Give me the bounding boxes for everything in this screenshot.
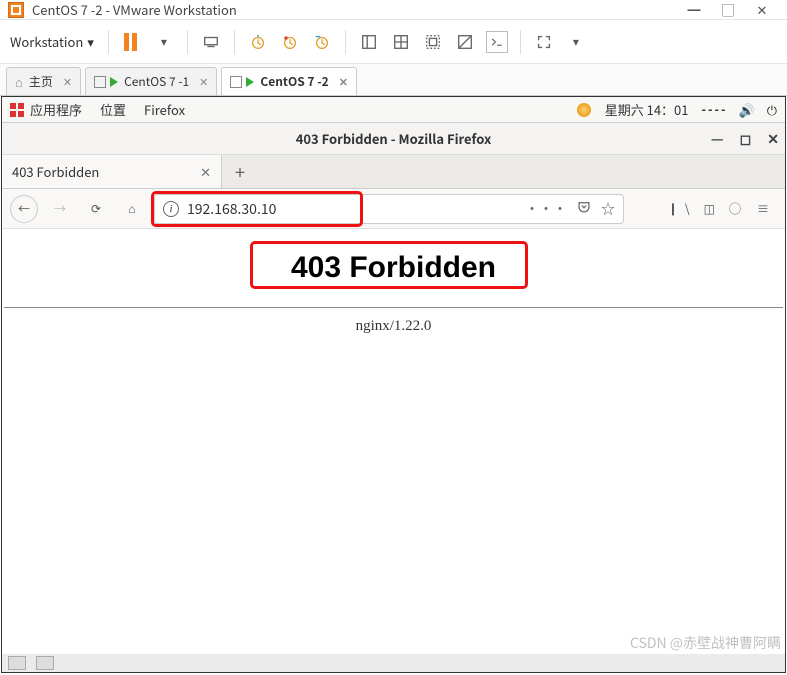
sidebar-icon[interactable]: ◫: [704, 200, 715, 217]
divider: [4, 307, 783, 308]
vm-tab-home[interactable]: ⌂ 主页 ✕: [6, 67, 81, 95]
panel-day: 星期六: [605, 100, 644, 119]
library-icon[interactable]: ⎹⎸\: [661, 200, 690, 217]
page-heading: 403 Forbidden: [267, 247, 520, 289]
window-minimize-button[interactable]: ━: [677, 0, 711, 19]
play-icon: [110, 77, 118, 87]
firefox-titlebar: 403 Forbidden - Mozilla Firefox — ◻ ✕: [2, 123, 785, 155]
view-disconnect-icon[interactable]: [454, 31, 476, 53]
reload-button[interactable]: ⟳: [82, 195, 110, 223]
ff-maximize-button[interactable]: ◻: [740, 129, 752, 149]
fullscreen-button[interactable]: [533, 31, 555, 53]
pause-button[interactable]: [121, 31, 143, 53]
notification-icon[interactable]: [577, 103, 591, 117]
pocket-icon[interactable]: [577, 199, 591, 219]
send-ctrl-alt-del-button[interactable]: [200, 31, 222, 53]
view-single-icon[interactable]: [358, 31, 380, 53]
page-actions-icon[interactable]: •••: [525, 199, 567, 219]
vm-icon: [230, 76, 242, 88]
gnome-top-panel: 应用程序 位置 Firefox 星期六 14：01 ╍╍ 🔊 ⏻: [2, 97, 785, 123]
power-icon[interactable]: ⏻: [767, 100, 777, 119]
server-signature: nginx/1.22.0: [2, 318, 785, 335]
hamburger-menu[interactable]: ≡: [749, 195, 777, 223]
tab-close-icon[interactable]: ✕: [63, 74, 72, 90]
vm-tab-label: CentOS 7 -1: [124, 73, 189, 90]
vm-tab-label: 主页: [29, 73, 53, 90]
vmware-toolbar: Workstation ▾ ▾ ▾: [0, 20, 787, 64]
gnome-dock: [2, 654, 785, 672]
tab-close-icon[interactable]: ✕: [339, 74, 348, 90]
page-content: 403 Forbidden nginx/1.22.0: [2, 229, 785, 672]
window-close-button[interactable]: ✕: [745, 0, 779, 19]
firefox-window-title: 403 Forbidden - Mozilla Firefox: [296, 129, 492, 148]
guest-screen: 应用程序 位置 Firefox 星期六 14：01 ╍╍ 🔊 ⏻ 403 For…: [1, 96, 786, 673]
play-icon: [246, 77, 254, 87]
bookmark-star-icon[interactable]: ☆: [601, 199, 615, 219]
back-button[interactable]: ←: [10, 195, 38, 223]
ff-close-button[interactable]: ✕: [767, 129, 779, 149]
firefox-tab-strip: 403 Forbidden ✕ +: [2, 155, 785, 189]
vmware-title-text: CentOS 7 -2 - VMware Workstation: [32, 0, 237, 19]
workstation-menu[interactable]: Workstation ▾: [8, 28, 96, 55]
snapshot-take-icon[interactable]: [247, 31, 269, 53]
vmware-titlebar: CentOS 7 -2 - VMware Workstation ━ ▢ ✕: [0, 0, 787, 20]
power-dropdown[interactable]: ▾: [153, 31, 175, 53]
new-tab-button[interactable]: +: [222, 155, 258, 188]
chevron-down-icon: ▾: [87, 32, 94, 51]
vmware-logo-icon: [8, 2, 24, 18]
volume-icon[interactable]: 🔊: [739, 100, 755, 119]
tab-close-icon[interactable]: ✕: [199, 74, 208, 90]
vm-tab-centos2[interactable]: CentOS 7 -2 ✕: [221, 67, 357, 95]
vm-tab-centos1[interactable]: CentOS 7 -1 ✕: [85, 67, 217, 95]
info-icon[interactable]: i: [163, 201, 179, 217]
panel-firefox[interactable]: Firefox: [144, 100, 185, 119]
panel-places[interactable]: 位置: [100, 100, 126, 119]
activities-icon[interactable]: [10, 103, 24, 117]
firefox-nav-toolbar: ← → ⟳ ⌂ i 192.168.30.10 ••• ☆ ⎹⎸\ ◫ ◯ ≡: [2, 189, 785, 229]
network-icon[interactable]: ╍╍: [701, 100, 727, 119]
vm-icon: [94, 76, 106, 88]
firefox-tab-title: 403 Forbidden: [12, 162, 99, 181]
view-thumbnails-icon[interactable]: [390, 31, 412, 53]
home-button[interactable]: ⌂: [118, 195, 146, 223]
workstation-menu-label: Workstation: [10, 32, 83, 51]
panel-applications[interactable]: 应用程序: [30, 100, 82, 119]
window-maximize-button[interactable]: ▢: [711, 0, 745, 19]
firefox-tab[interactable]: 403 Forbidden ✕: [2, 155, 222, 188]
snapshot-manager-icon[interactable]: [311, 31, 333, 53]
url-bar[interactable]: i 192.168.30.10 ••• ☆: [154, 194, 624, 224]
dock-item[interactable]: [36, 656, 54, 670]
home-icon: ⌂: [15, 72, 23, 91]
fullscreen-dropdown[interactable]: ▾: [565, 31, 587, 53]
panel-time: 14：01: [647, 100, 689, 119]
ff-minimize-button[interactable]: —: [711, 129, 724, 149]
view-unity-icon[interactable]: [422, 31, 444, 53]
snapshot-revert-icon[interactable]: [279, 31, 301, 53]
console-button[interactable]: [486, 31, 508, 53]
tab-close-icon[interactable]: ✕: [200, 162, 211, 181]
watermark: CSDN @赤壁战神曹阿瞒: [630, 633, 781, 653]
url-text: 192.168.30.10: [187, 199, 276, 219]
vm-tab-strip: ⌂ 主页 ✕ CentOS 7 -1 ✕ CentOS 7 -2 ✕: [0, 64, 787, 96]
vm-tab-label: CentOS 7 -2: [260, 73, 328, 90]
account-icon[interactable]: ◯: [729, 200, 741, 217]
forward-button[interactable]: →: [46, 195, 74, 223]
dock-item[interactable]: [8, 656, 26, 670]
